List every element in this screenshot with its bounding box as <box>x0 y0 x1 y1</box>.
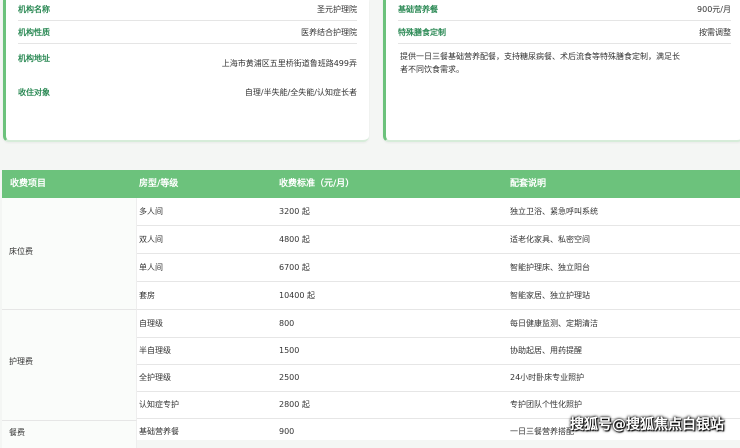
price-cell: 800 <box>279 319 295 328</box>
group-bed-fee: 床位费 <box>2 198 137 310</box>
note-cell: 智能护理床、独立阳台 <box>510 263 590 272</box>
name-label: 机构名称 <box>18 5 50 14</box>
group-label: 床位费 <box>9 247 33 256</box>
note-cell: 适老化家具、私密空间 <box>510 235 590 244</box>
meal-description: 提供一日三餐基础营养配餐，支持糖尿病餐、术后流食等特殊膳食定制，满足长者不同饮食… <box>400 52 680 74</box>
type-value: 医养结合护理院 <box>301 28 357 37</box>
table-row: 半自理级 1500 协助起居、用药提醒 <box>137 337 740 365</box>
note-cell: 一日三餐营养搭配 <box>510 427 574 436</box>
level-cell: 半自理级 <box>139 346 171 355</box>
note-cell: 独立卫浴、紧急呼叫系统 <box>510 207 598 216</box>
level-cell: 自理级 <box>139 319 163 328</box>
name-value: 圣元护理院 <box>317 5 357 14</box>
header-item: 收费项目 <box>10 179 47 189</box>
price-cell: 900 <box>279 427 295 436</box>
special-diet-label: 特殊膳食定制 <box>398 28 446 37</box>
target-value: 自理/半失能/全失能/认知症长者 <box>244 88 357 97</box>
price-cell: 4800 起 <box>279 235 310 244</box>
address-label: 机构地址 <box>18 54 50 63</box>
group-meal-fee: 餐费 <box>2 421 137 448</box>
meal-fee-label: 基础营养餐 <box>398 5 438 14</box>
note-cell: 智能家居、独立护理站 <box>510 291 590 300</box>
target-label: 收住对象 <box>18 88 50 97</box>
institution-info-card: 机构名称 圣元护理院 机构性质 医养结合护理院 机构地址 上海市黄浦区五里桥街道… <box>3 0 369 142</box>
price-cell: 2500 <box>279 373 300 382</box>
address-value: 上海市黄浦区五里桥街道鲁班路499弄 <box>221 59 357 68</box>
level-cell: 多人间 <box>139 207 163 216</box>
table-header: 收费项目 房型/等级 收费标准（元/月） 配套说明 <box>2 170 740 198</box>
table-row: 单人间 6700 起 智能护理床、独立阳台 <box>137 254 740 282</box>
divider <box>398 43 731 44</box>
divider <box>18 20 357 21</box>
note-cell: 24小时卧床专业照护 <box>510 373 585 382</box>
level-cell: 单人间 <box>139 263 163 272</box>
header-price: 收费标准（元/月） <box>279 179 355 189</box>
table-row: 套房 10400 起 智能家居、独立护理站 <box>137 282 740 310</box>
group-care-fee: 护理费 <box>2 310 137 421</box>
header-level: 房型/等级 <box>139 179 179 189</box>
group-label: 护理费 <box>9 357 33 366</box>
divider <box>398 20 731 21</box>
price-cell: 3200 起 <box>279 207 310 216</box>
note-cell: 协助起居、用药提醒 <box>510 346 582 355</box>
table-row: 自理级 800 每日健康监测、定期清洁 <box>137 310 740 338</box>
note-cell: 每日健康监测、定期清洁 <box>510 319 598 328</box>
price-cell: 6700 起 <box>279 263 310 272</box>
type-label: 机构性质 <box>18 28 50 37</box>
table-row: 多人间 3200 起 独立卫浴、紧急呼叫系统 <box>137 198 740 226</box>
header-note: 配套说明 <box>510 179 547 189</box>
table-row: 双人间 4800 起 适老化家具、私密空间 <box>137 226 740 254</box>
fee-table: 收费项目 房型/等级 收费标准（元/月） 配套说明 床位费 护理费 餐费 多人间… <box>2 170 740 448</box>
level-cell: 套房 <box>139 291 155 300</box>
special-diet-value: 按需调整 <box>699 28 731 37</box>
level-cell: 双人间 <box>139 235 163 244</box>
divider <box>18 43 357 44</box>
level-cell: 认知症专护 <box>139 400 179 409</box>
meal-fee-value: 900元/月 <box>697 5 731 14</box>
watermark-text: 搜狐号@搜狐焦点白银站 <box>570 417 724 433</box>
level-cell: 基础营养餐 <box>139 427 179 436</box>
price-cell: 1500 <box>279 346 300 355</box>
meal-info-card: 基础营养餐 900元/月 特殊膳食定制 按需调整 提供一日三餐基础营养配餐，支持… <box>383 0 740 142</box>
price-cell: 10400 起 <box>279 291 315 300</box>
level-cell: 全护理级 <box>139 373 171 382</box>
table-row: 全护理级 2500 24小时卧床专业照护 <box>137 364 740 392</box>
group-label: 餐费 <box>9 428 25 437</box>
price-cell: 2800 起 <box>279 400 310 409</box>
